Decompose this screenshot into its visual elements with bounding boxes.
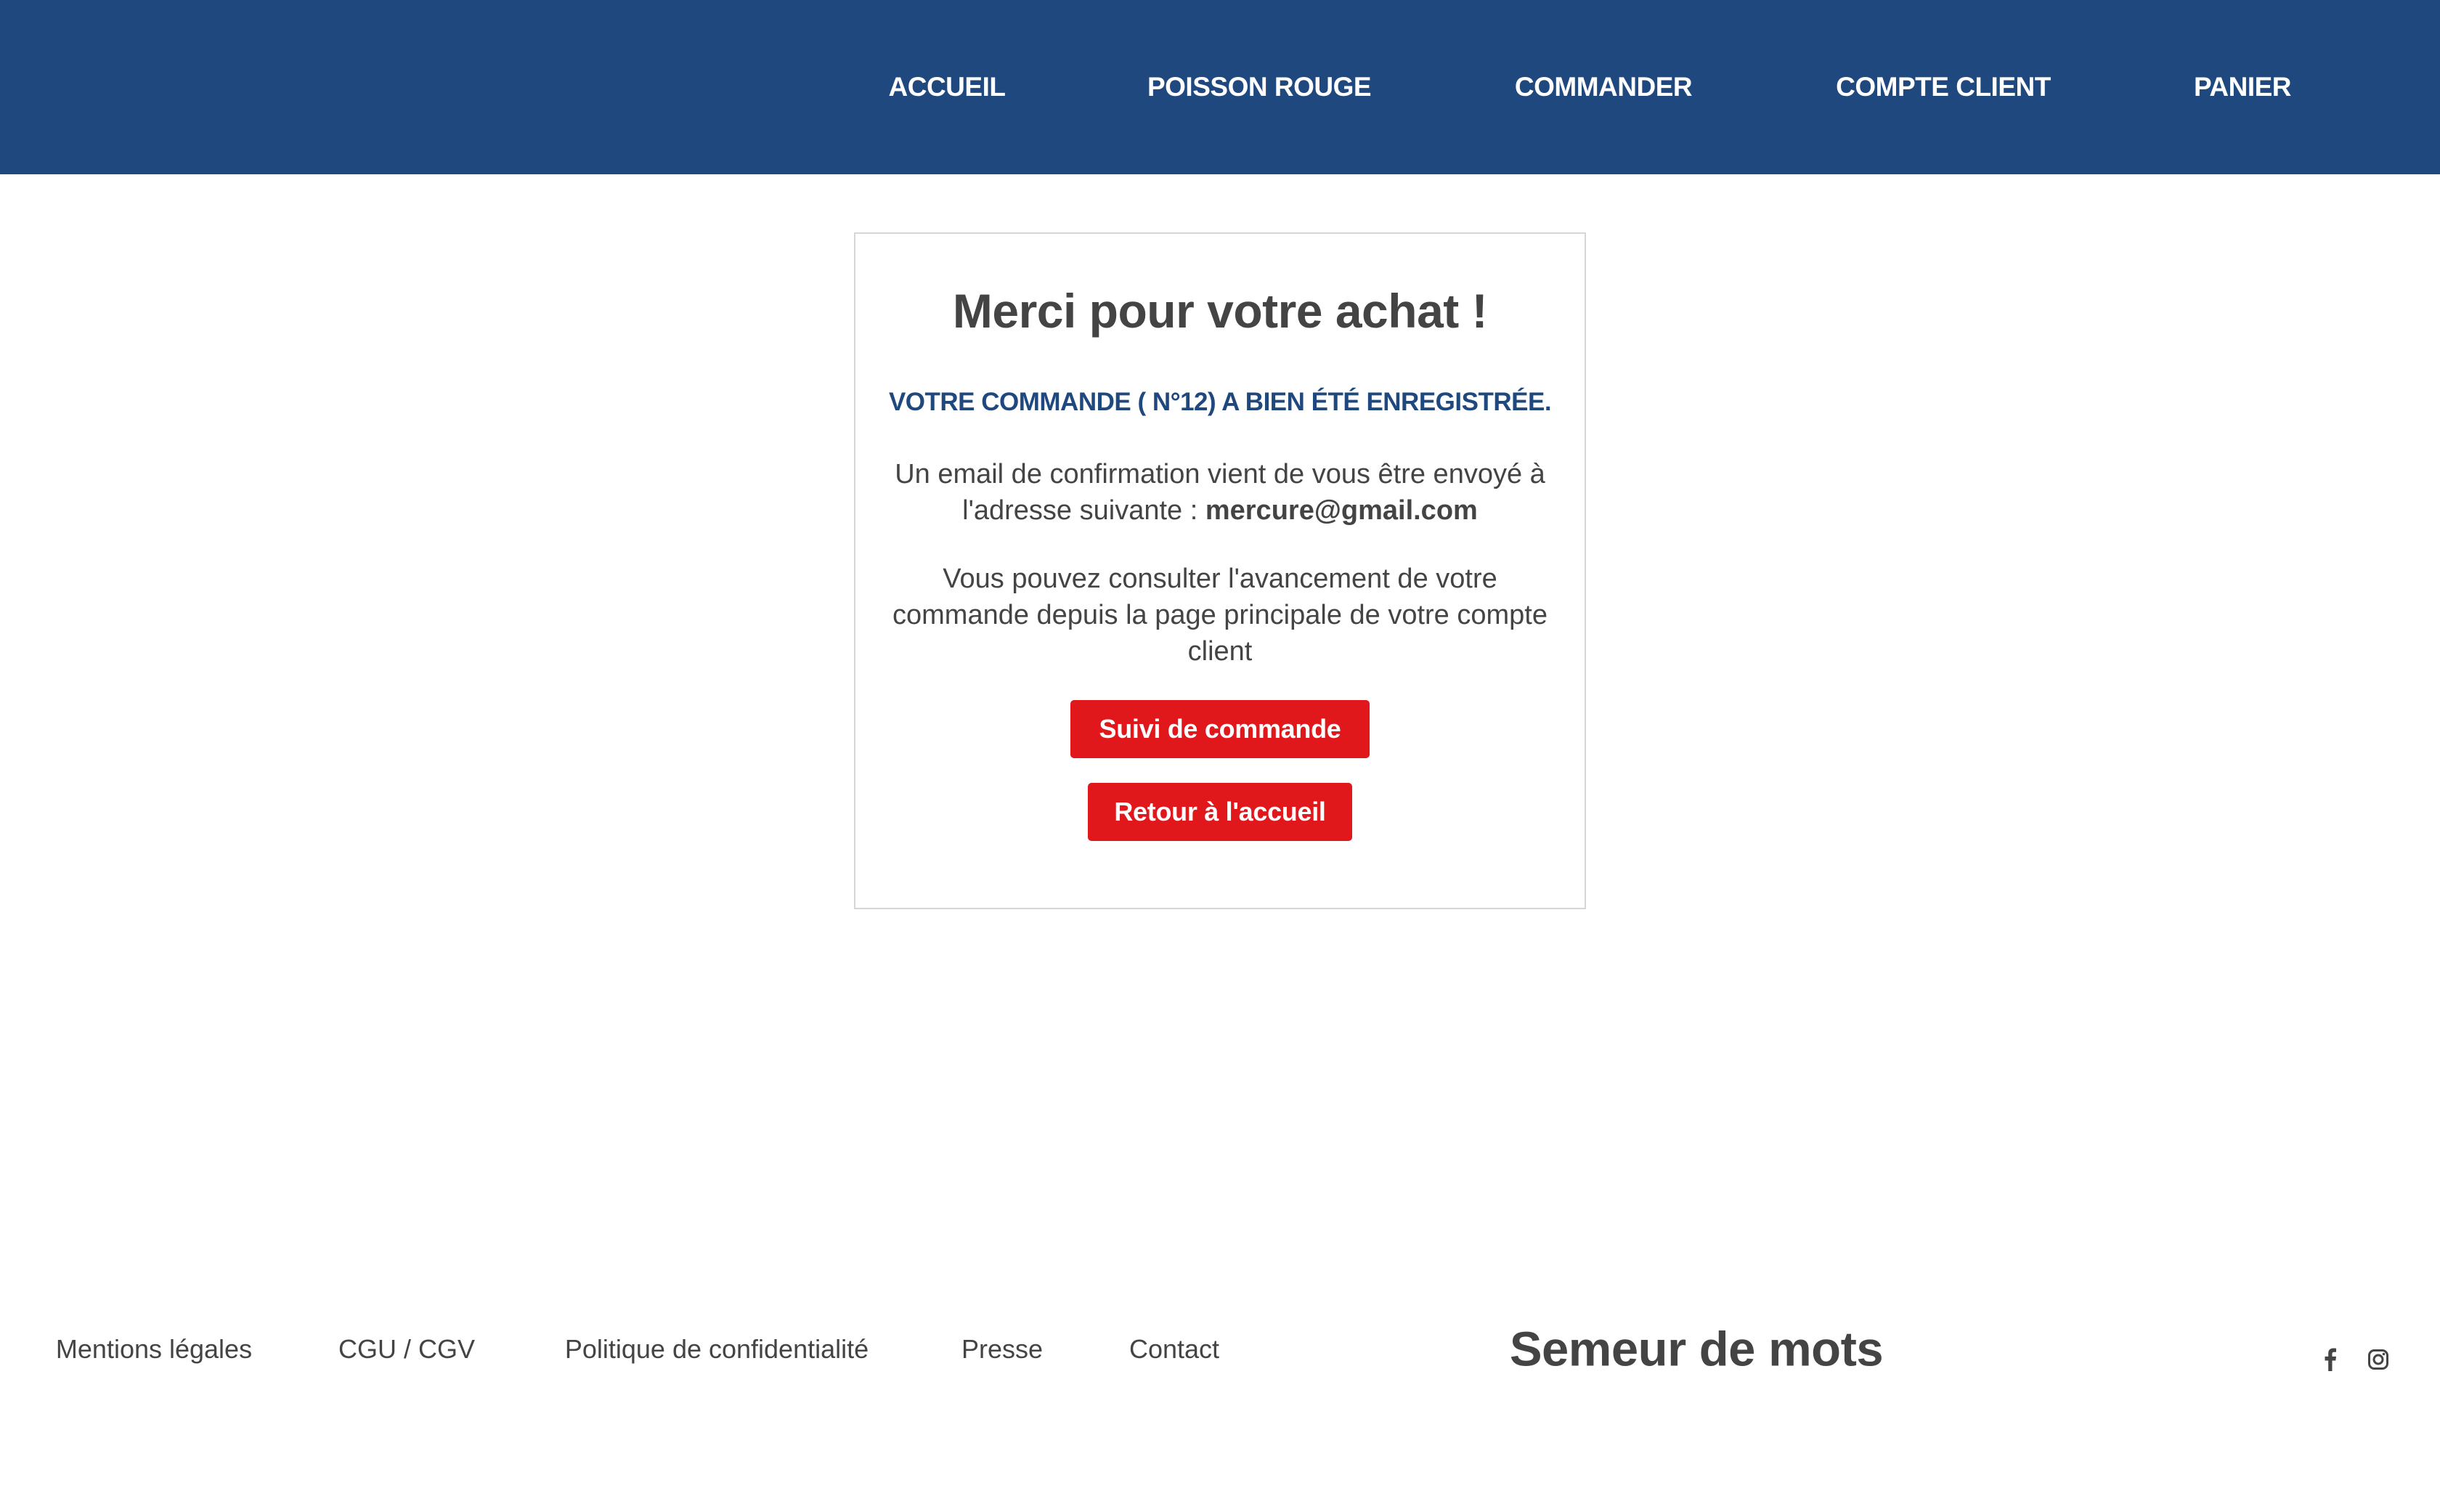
footer-brand: Semeur de mots [1509, 1322, 1884, 1377]
tracking-info-text: Vous pouvez consulter l'avancement de vo… [892, 564, 1548, 667]
footer-link-contact[interactable]: Contact [1129, 1334, 1219, 1365]
footer-link-mentions-legales[interactable]: Mentions légales [56, 1334, 252, 1365]
back-to-home-button[interactable]: Retour à l'accueil [1088, 783, 1352, 841]
top-navigation-bar: ACCUEIL POISSON ROUGE COMMANDER COMPTE C… [0, 0, 2440, 174]
footer-link-presse[interactable]: Presse [961, 1334, 1043, 1365]
nav-item-compte-client[interactable]: COMPTE CLIENT [1836, 72, 2051, 102]
customer-email: mercure@gmail.com [1205, 495, 1478, 526]
order-confirmation-card: Merci pour votre achat ! VOTRE COMMANDE … [854, 232, 1586, 909]
footer-link-cgu-cgv[interactable]: CGU / CGV [338, 1334, 475, 1365]
nav-item-panier[interactable]: PANIER [2194, 72, 2292, 102]
confirmation-title: Merci pour votre achat ! [952, 284, 1488, 338]
instagram-icon[interactable] [2366, 1347, 2391, 1372]
nav-item-commander[interactable]: COMMANDER [1515, 72, 1693, 102]
nav-item-accueil[interactable]: ACCUEIL [889, 72, 1006, 102]
footer-link-privacy-policy[interactable]: Politique de confidentialité [565, 1334, 869, 1365]
email-confirmation-text: Un email de confirmation vient de vous ê… [879, 456, 1561, 529]
order-registered-message: VOTRE COMMANDE ( N°12) A BIEN ÉTÉ ENREGI… [888, 388, 1552, 416]
facebook-icon[interactable] [2318, 1347, 2343, 1372]
order-tracking-button[interactable]: Suivi de commande [1070, 700, 1370, 758]
nav-item-poisson-rouge[interactable]: POISSON ROUGE [1147, 72, 1372, 102]
